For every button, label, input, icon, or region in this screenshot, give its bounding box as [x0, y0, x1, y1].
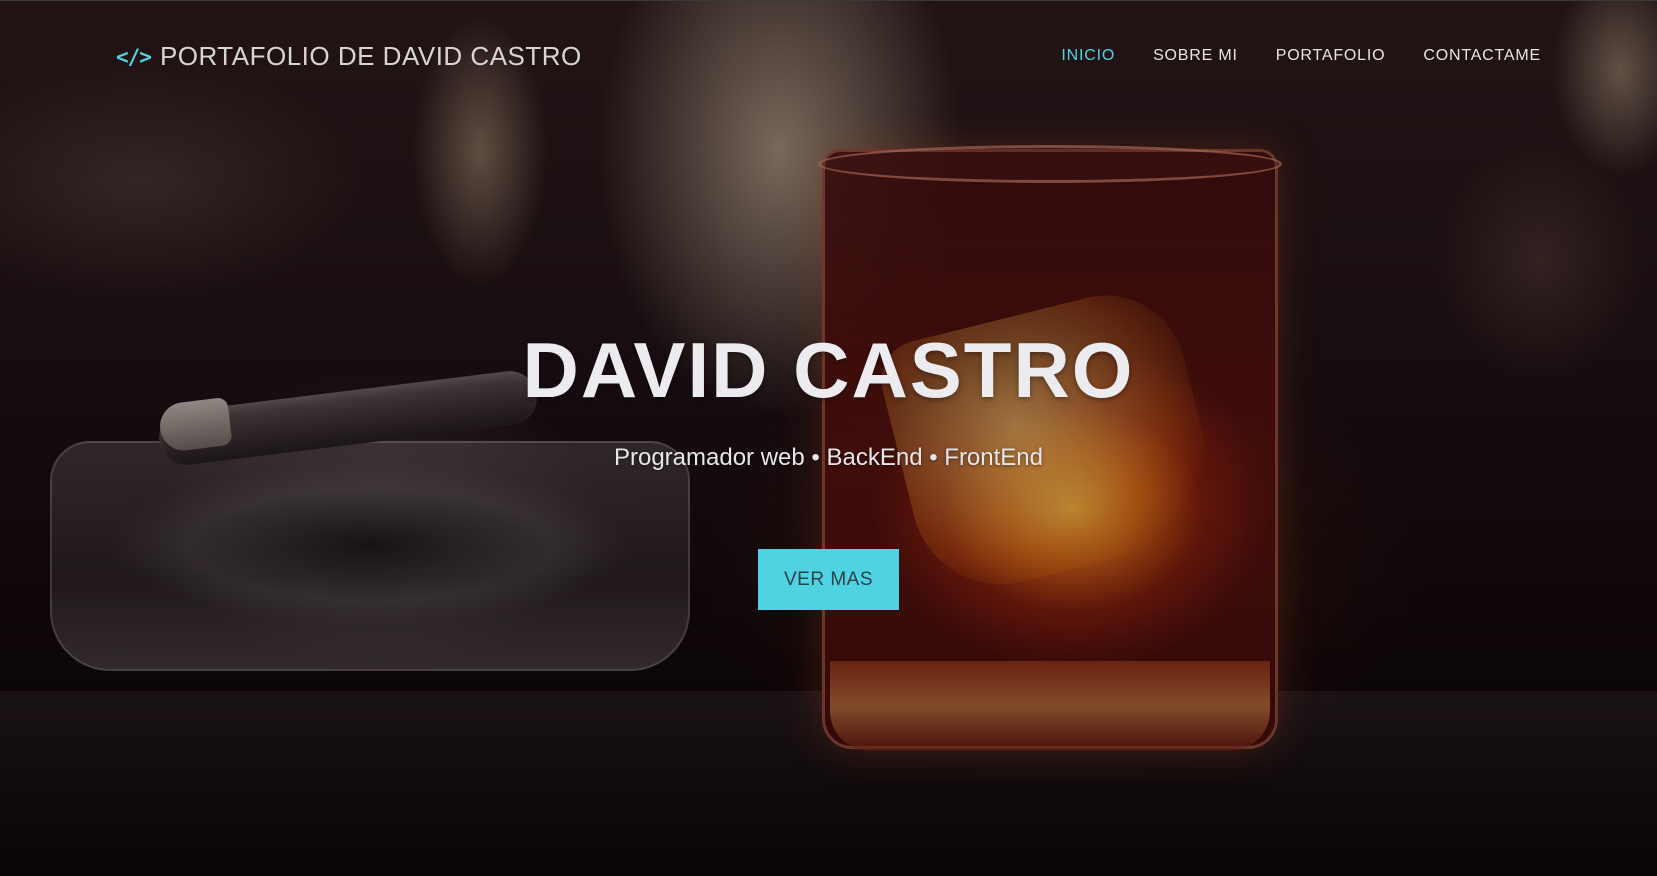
- hero-title: DAVID CASTRO: [522, 326, 1135, 414]
- ver-mas-button[interactable]: VER MAS: [758, 549, 899, 610]
- nav-link-inicio[interactable]: INICIO: [1061, 47, 1115, 65]
- nav-link-contactame[interactable]: CONTACTAME: [1423, 47, 1541, 65]
- nav-links: INICIO SOBRE MI PORTAFOLIO CONTACTAME: [1061, 47, 1541, 65]
- brand-label: PORTAFOLIO DE DAVID CASTRO: [159, 41, 582, 71]
- code-icon: </>: [116, 44, 152, 69]
- brand-link[interactable]: </> PORTAFOLIO DE DAVID CASTRO: [116, 41, 582, 72]
- hero-content: DAVID CASTRO Programador web • BackEnd •…: [0, 331, 1657, 610]
- hero-section: </> PORTAFOLIO DE DAVID CASTRO INICIO SO…: [0, 0, 1657, 876]
- hero-subtitle: Programador web • BackEnd • FrontEnd: [613, 444, 1043, 471]
- nav-link-portafolio[interactable]: PORTAFOLIO: [1276, 47, 1386, 65]
- nav-link-sobre-mi[interactable]: SOBRE MI: [1153, 47, 1238, 65]
- top-navbar: </> PORTAFOLIO DE DAVID CASTRO INICIO SO…: [0, 1, 1657, 111]
